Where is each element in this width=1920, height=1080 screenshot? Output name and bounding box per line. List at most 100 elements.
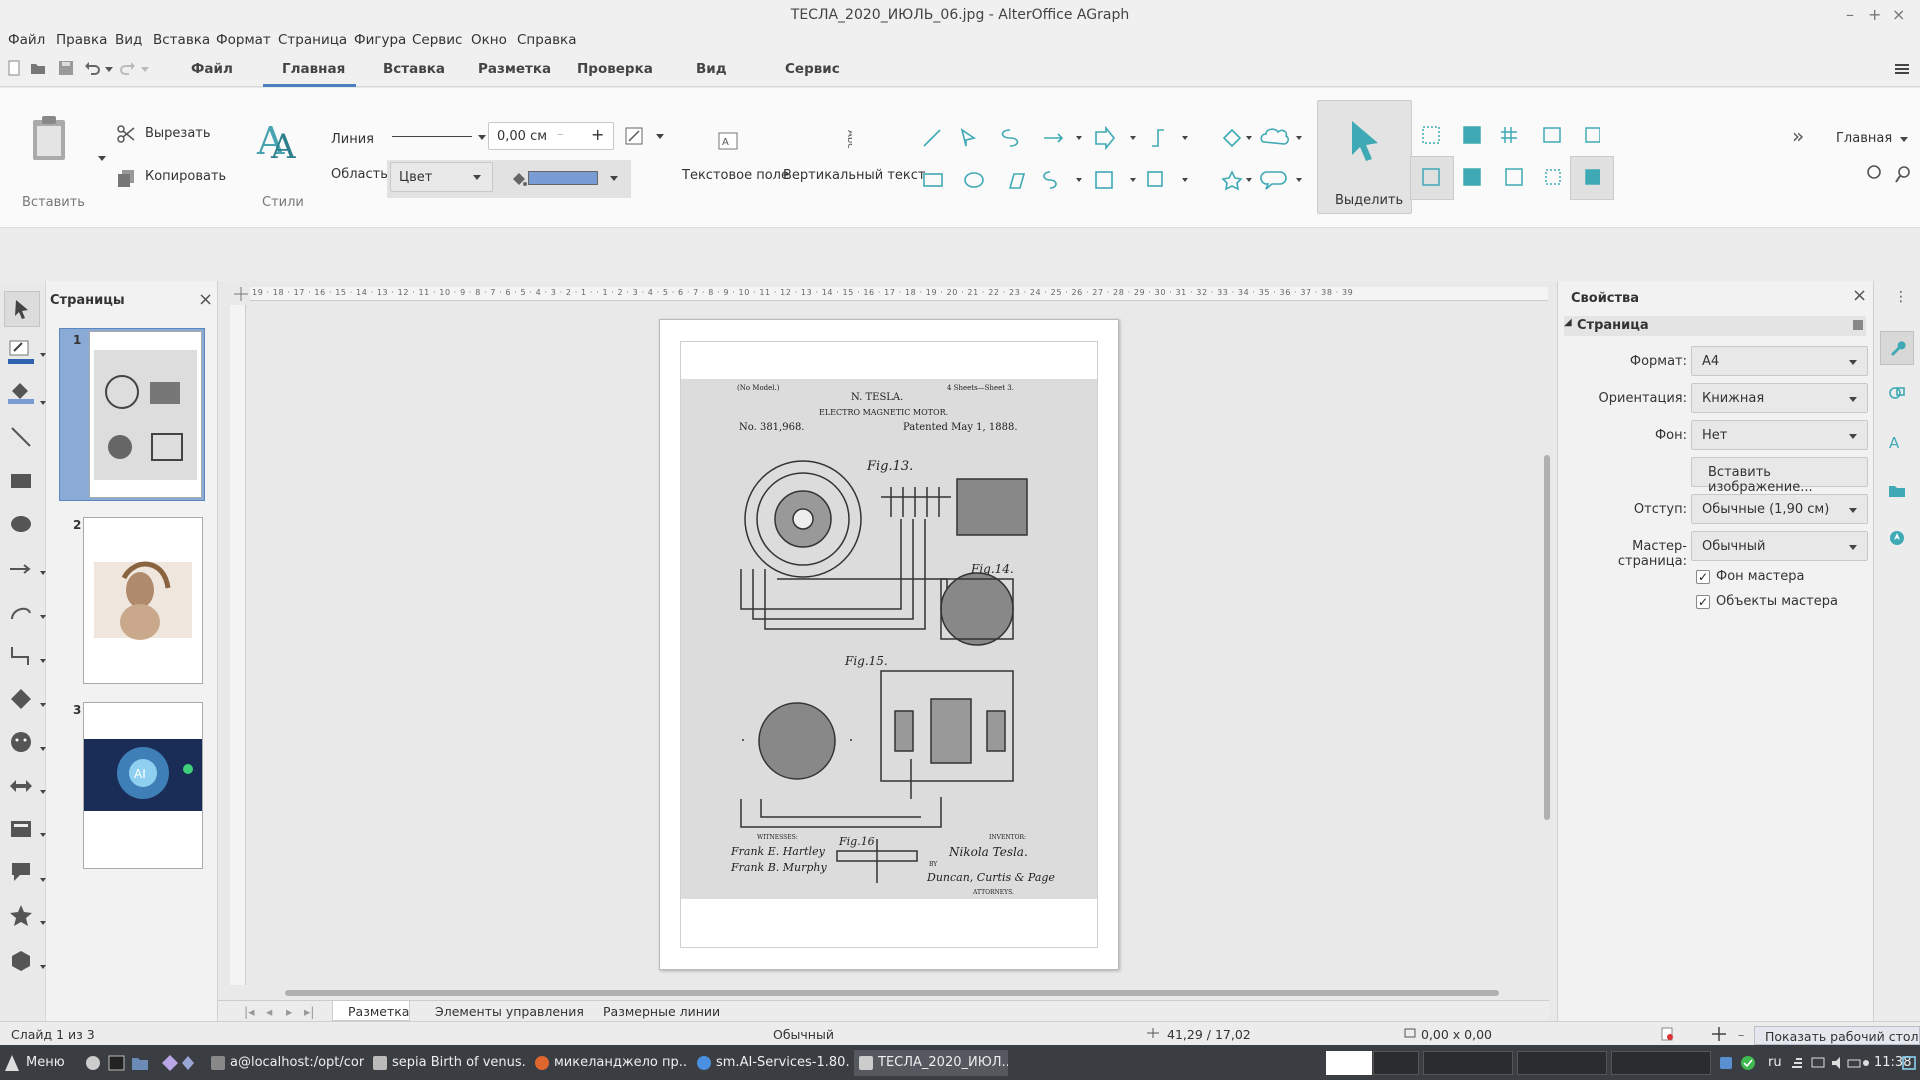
margin-select[interactable]: Обычные (1,90 см)	[1691, 494, 1868, 524]
line-width-field[interactable]: 0,00 см – +	[488, 122, 614, 150]
display-icon[interactable]	[1811, 1057, 1825, 1068]
select-button[interactable]: Выделить	[1317, 100, 1412, 214]
wrench-icon[interactable]	[1888, 339, 1906, 357]
taskbar-task-terminal[interactable]: a@localhost:/opt/core	[206, 1050, 364, 1076]
properties-close-button[interactable]: ×	[1852, 285, 1867, 306]
taskbar-task-agraph[interactable]: ТЕСЛА_2020_ИЮЛ...	[854, 1050, 1008, 1076]
tab-layout[interactable]: Разметка	[478, 61, 551, 77]
menu-window[interactable]: Окно	[471, 32, 507, 48]
fit-page-icon[interactable]	[1712, 1027, 1726, 1041]
format-select[interactable]: А4	[1691, 346, 1868, 376]
line-width-increase[interactable]: +	[591, 125, 604, 144]
page-thumbnail-1[interactable]	[89, 331, 202, 498]
3d-object-tool-icon[interactable]	[8, 948, 34, 974]
taskbar-task-chrome[interactable]: sm.AI-Services-1.80...	[692, 1050, 850, 1076]
workspace-1[interactable]	[1326, 1051, 1372, 1075]
fill-color-icon[interactable]	[8, 379, 34, 405]
last-tab-nav[interactable]: ▸|	[304, 1004, 315, 1019]
fill-color-dropdown-icon[interactable]	[610, 176, 618, 181]
line-width-decrease[interactable]: –	[557, 127, 564, 142]
block-arrows-tool-icon[interactable]	[8, 773, 34, 799]
hamburger-menu-icon[interactable]	[1894, 61, 1910, 77]
curve-tool-icon[interactable]	[1043, 171, 1057, 189]
styles-deck-icon[interactable]: A	[1888, 433, 1906, 451]
callout-shape-icon[interactable]	[1260, 168, 1306, 192]
layer-tab-layout[interactable]: Разметка	[348, 1004, 409, 1019]
master-objects-label[interactable]: Объекты мастера	[1716, 594, 1838, 609]
zoom-out-button[interactable]: –	[1738, 1027, 1744, 1042]
freeform-line-icon[interactable]	[960, 128, 976, 147]
document-modified-icon[interactable]	[1660, 1027, 1674, 1041]
tab-review[interactable]: Проверка	[577, 61, 653, 77]
points-icon[interactable]	[1422, 168, 1440, 186]
paste-dropdown-icon[interactable]	[98, 156, 106, 161]
vertical-text-icon[interactable]: Abc	[836, 128, 852, 154]
orientation-select[interactable]: Книжная	[1691, 383, 1868, 413]
tab-insert[interactable]: Вставка	[383, 61, 445, 77]
start-menu-label[interactable]: Меню	[26, 1055, 65, 1070]
maximize-button[interactable]: +	[1868, 0, 1881, 30]
tray-app-icon[interactable]	[1720, 1057, 1732, 1069]
table-shape-icon[interactable]	[1095, 171, 1113, 189]
tesla-patent-image[interactable]: (No Model.) N. TESLA. 4 Sheets—Sheet 3. …	[681, 379, 1097, 899]
curve-tool-icon[interactable]	[8, 599, 34, 625]
horizontal-scrollbar[interactable]	[285, 990, 1499, 996]
workspace-5[interactable]	[1611, 1051, 1711, 1075]
background-select[interactable]: Нет	[1691, 420, 1868, 450]
gallery-deck-icon[interactable]	[1888, 481, 1906, 499]
connector-tool-icon[interactable]	[8, 643, 34, 669]
tab-home[interactable]: Главная	[282, 61, 345, 77]
page-thumbnail-3[interactable]: AI	[83, 702, 203, 869]
close-window-button[interactable]: ×	[1892, 0, 1905, 30]
master-background-checkbox[interactable]: ✓	[1696, 570, 1710, 584]
notifications-icon[interactable]	[1902, 1055, 1916, 1071]
rectangle-tool-icon[interactable]	[923, 173, 943, 187]
star-dropdown-icon[interactable]	[1246, 178, 1252, 182]
styles-label[interactable]: Стили	[262, 195, 304, 210]
menu-tools[interactable]: Сервис	[412, 32, 462, 48]
taskbar-task-sepia[interactable]: sepia Birth of venus...	[368, 1050, 526, 1076]
new-doc-icon[interactable]	[6, 60, 22, 76]
arrow-style-dropdown-icon[interactable]	[656, 134, 664, 139]
smiley-tool-icon[interactable]	[8, 729, 34, 755]
basic-shapes-dropdown-icon[interactable]	[1246, 136, 1252, 140]
battery-icon[interactable]	[1847, 1059, 1861, 1068]
line-width-value[interactable]: 0,00 см	[497, 129, 547, 144]
tab-view[interactable]: Вид	[696, 61, 727, 77]
horizontal-ruler[interactable]: 19 · 18 · 17 · 16 · 15 · 14 · 13 · 12 · …	[250, 287, 1548, 301]
select-tool-icon[interactable]	[8, 296, 34, 322]
workspace-4[interactable]	[1517, 1051, 1607, 1075]
browser-launcher-icon[interactable]	[86, 1056, 100, 1070]
master-page-select[interactable]: Обычный	[1691, 531, 1868, 561]
diamond-shape-icon[interactable]	[1222, 128, 1242, 148]
paste-icon[interactable]	[30, 114, 70, 162]
navigator-deck-icon[interactable]	[1888, 529, 1906, 547]
first-tab-nav[interactable]: |◂	[244, 1004, 255, 1019]
select-all-icon[interactable]	[1422, 126, 1440, 144]
menu-insert[interactable]: Вставка	[153, 32, 210, 48]
curve-dropdown-icon[interactable]	[1076, 178, 1082, 182]
line-arrow-style-icon[interactable]	[624, 126, 644, 146]
vertical-ruler[interactable]	[230, 305, 246, 985]
text-box-button[interactable]: Текстовое поле	[682, 168, 789, 183]
callout-tool-icon[interactable]	[8, 859, 34, 885]
line-tool-icon[interactable]	[923, 129, 941, 147]
ellipse-tool-icon[interactable]	[8, 511, 34, 537]
menu-edit[interactable]: Правка	[56, 32, 107, 48]
brightness-icon[interactable]	[1863, 1060, 1869, 1066]
curve-icon[interactable]	[1001, 129, 1019, 147]
minimize-button[interactable]: –	[1846, 0, 1854, 30]
diamond-tool-icon[interactable]	[8, 686, 34, 712]
ruler-origin-icon[interactable]	[234, 287, 248, 301]
3d-dropdown-icon[interactable]	[1182, 178, 1188, 182]
block-arrow-icon[interactable]	[1095, 126, 1116, 150]
text-box-icon[interactable]: A	[718, 132, 738, 150]
line-color-icon[interactable]	[8, 339, 34, 365]
connector-dropdown-icon[interactable]	[1182, 136, 1188, 140]
insert-image-button[interactable]: Вставить изображение...	[1691, 457, 1868, 495]
sidebar-menu-icon[interactable]: ⋮	[1894, 289, 1908, 305]
pages-panel-close-button[interactable]: ×	[198, 289, 213, 310]
app-launcher-icon[interactable]	[162, 1055, 178, 1071]
zoom-icon[interactable]	[1867, 165, 1881, 179]
ribbon-mode-label[interactable]: Главная	[1836, 131, 1892, 146]
